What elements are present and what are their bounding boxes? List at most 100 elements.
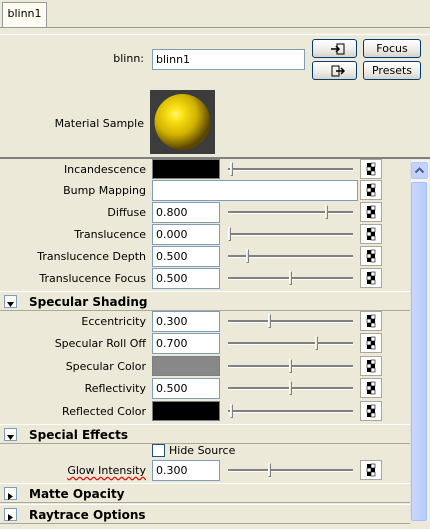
slider-eccentricity[interactable]	[228, 313, 353, 329]
slider-thumb[interactable]	[315, 336, 318, 350]
slider-translucence-depth[interactable]	[228, 248, 353, 264]
input-connection-icon	[331, 43, 345, 55]
attr-label-reflectivity: Reflectivity	[84, 382, 146, 395]
attr-field-bump-mapping[interactable]	[152, 180, 358, 201]
section-header-raytrace-options[interactable]: Raytrace Options	[0, 504, 410, 524]
attr-field-translucence-focus[interactable]: 0.500	[152, 268, 220, 289]
attr-field-glow-intensity[interactable]: 0.300	[152, 460, 220, 481]
slider-thumb[interactable]	[289, 381, 292, 395]
material-sample-swatch	[150, 90, 215, 154]
slider-thumb[interactable]	[325, 205, 328, 219]
section-title-specular-shading: Specular Shading	[29, 295, 148, 309]
map-button-eccentricity[interactable]	[360, 311, 382, 331]
section-title-raytrace-options: Raytrace Options	[29, 508, 146, 522]
slider-translucence-focus[interactable]	[228, 270, 353, 286]
attr-label-translucence: Translucence	[74, 228, 146, 241]
attr-label-translucence-focus: Translucence Focus	[39, 272, 146, 285]
attr-field-translucence[interactable]: 0.000	[152, 224, 220, 245]
slider-track	[228, 168, 353, 171]
checker-map-icon	[366, 227, 376, 241]
expand-triangle-open-icon[interactable]	[4, 295, 17, 308]
map-button-translucence-focus[interactable]	[360, 268, 382, 288]
attr-label-bump-mapping: Bump Mapping	[63, 184, 146, 197]
slider-thumb[interactable]	[289, 271, 292, 285]
slider-thumb[interactable]	[289, 359, 292, 373]
node-type-label: blinn:	[113, 52, 144, 65]
slider-track	[228, 342, 353, 345]
slider-diffuse[interactable]	[228, 204, 353, 220]
slider-thumb[interactable]	[268, 314, 271, 328]
sphere-preview-icon	[154, 94, 211, 150]
color-swatch-incandescence[interactable]	[152, 159, 220, 179]
section-header-specular-shading[interactable]: Specular Shading	[0, 291, 410, 311]
expand-triangle-open-icon[interactable]	[4, 428, 17, 441]
slider-specular-color[interactable]	[228, 358, 353, 374]
attr-label-eccentricity: Eccentricity	[81, 315, 146, 328]
slider-thumb[interactable]	[230, 162, 233, 176]
attr-label-glow-intensity: Glow Intensity	[0, 464, 146, 477]
map-button-reflectivity[interactable]	[360, 378, 382, 398]
presets-button[interactable]: Presets	[363, 61, 421, 80]
node-name-field[interactable]: blinn1	[152, 49, 305, 70]
map-button-reflected-color[interactable]	[360, 401, 382, 421]
expand-triangle-closed-icon[interactable]	[4, 508, 17, 521]
output-connection-button[interactable]	[312, 61, 357, 80]
slider-track	[228, 320, 353, 323]
slider-reflected-color[interactable]	[228, 403, 353, 419]
attr-label-translucence-depth: Translucence Depth	[37, 250, 146, 263]
slider-thumb[interactable]	[246, 249, 249, 263]
slider-track	[228, 410, 353, 413]
node-header: blinn: blinn1 Focus Presets Material Sam…	[0, 34, 430, 157]
slider-thumb[interactable]	[268, 463, 271, 477]
checker-map-icon	[366, 359, 376, 373]
attr-field-specular-roll-off[interactable]: 0.700	[152, 333, 220, 354]
map-button-bump-mapping[interactable]	[360, 180, 382, 200]
section-header-matte-opacity[interactable]: Matte Opacity	[0, 483, 410, 503]
map-button-specular-color[interactable]	[360, 356, 382, 376]
map-button-glow-intensity[interactable]	[360, 460, 382, 480]
slider-specular-roll-off[interactable]	[228, 335, 353, 351]
material-sample-label: Material Sample	[54, 117, 144, 130]
slider-translucence[interactable]	[228, 226, 353, 242]
scroll-up-button[interactable]	[411, 162, 428, 179]
attr-label-incandescence: Incandescence	[63, 163, 146, 176]
chevron-up-icon	[414, 167, 425, 174]
color-swatch-reflected-color[interactable]	[152, 401, 220, 421]
input-connection-button[interactable]	[312, 39, 357, 58]
hide-source-checkbox[interactable]	[152, 444, 165, 457]
slider-incandescence[interactable]	[228, 161, 353, 177]
color-swatch-specular-color[interactable]	[152, 356, 220, 376]
tab-blinn1[interactable]: blinn1	[2, 2, 47, 27]
map-button-specular-roll-off[interactable]	[360, 333, 382, 353]
slider-glow-intensity[interactable]	[228, 462, 353, 478]
scrollbar-thumb[interactable]	[411, 182, 427, 521]
map-button-translucence-depth[interactable]	[360, 246, 382, 266]
attr-field-reflectivity[interactable]: 0.500	[152, 378, 220, 399]
hide-source-label: Hide Source	[169, 444, 236, 457]
checker-map-icon	[366, 404, 376, 418]
output-connection-icon	[331, 65, 345, 77]
attr-field-translucence-depth[interactable]: 0.500	[152, 246, 220, 267]
attr-label-specular-color: Specular Color	[65, 360, 146, 373]
tab-strip: blinn1	[0, 0, 430, 28]
slider-reflectivity[interactable]	[228, 380, 353, 396]
checker-map-icon	[366, 336, 376, 350]
attr-label-diffuse: Diffuse	[107, 206, 146, 219]
focus-button[interactable]: Focus	[363, 39, 421, 58]
checker-map-icon	[366, 271, 376, 285]
attr-field-diffuse[interactable]: 0.800	[152, 202, 220, 223]
glow-intensity-label-text: Glow Intensity	[67, 464, 146, 477]
map-button-diffuse[interactable]	[360, 202, 382, 222]
checker-map-icon	[366, 162, 376, 176]
map-button-incandescence[interactable]	[360, 159, 382, 179]
slider-thumb[interactable]	[228, 227, 231, 241]
section-title-matte-opacity: Matte Opacity	[29, 487, 125, 501]
section-header-special-effects[interactable]: Special Effects	[0, 424, 410, 444]
checker-map-icon	[366, 381, 376, 395]
map-button-translucence[interactable]	[360, 224, 382, 244]
attr-field-eccentricity[interactable]: 0.300	[152, 311, 220, 332]
slider-thumb[interactable]	[230, 404, 233, 418]
checker-map-icon	[366, 463, 376, 477]
slider-track	[228, 469, 353, 472]
expand-triangle-closed-icon[interactable]	[4, 487, 17, 500]
